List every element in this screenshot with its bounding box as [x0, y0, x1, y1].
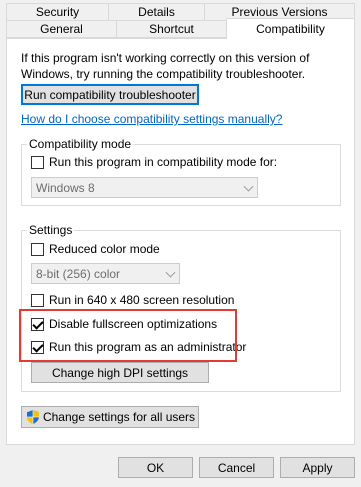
tab-label: Details: [138, 5, 175, 19]
tab-label: Shortcut: [149, 22, 194, 36]
settings-label: Settings: [27, 223, 75, 237]
compatibility-mode-label: Compatibility mode: [27, 137, 134, 151]
tab-general[interactable]: General: [6, 20, 117, 38]
compatibility-mode-checkbox-label: Run this program in compatibility mode f…: [49, 155, 278, 169]
ok-button[interactable]: OK: [118, 457, 193, 478]
reduced-color-row[interactable]: Reduced color mode: [31, 242, 160, 256]
disable-fullscreen-checkbox[interactable]: [31, 317, 44, 331]
reduced-color-label: Reduced color mode: [49, 242, 160, 256]
disable-fullscreen-label: Disable fullscreen optimizations: [49, 317, 218, 331]
run-as-admin-label: Run this program as an administrator: [49, 340, 247, 354]
os-version-select[interactable]: Windows 8: [31, 177, 258, 198]
chevron-down-icon: [165, 267, 176, 278]
chevron-down-icon: [243, 181, 254, 192]
reduced-color-checkbox[interactable]: [31, 242, 44, 256]
change-all-users-button[interactable]: Change settings for all users: [21, 406, 199, 428]
button-label: OK: [146, 460, 165, 475]
intro-text: If this program isn't working correctly …: [21, 51, 310, 81]
tab-label: Security: [35, 5, 80, 19]
run-as-admin-checkbox[interactable]: [31, 340, 44, 354]
shield-icon: [25, 409, 41, 425]
run-as-admin-row[interactable]: Run this program as an administrator: [31, 340, 246, 354]
tab-details[interactable]: Details: [108, 3, 205, 21]
cancel-button[interactable]: Cancel: [199, 457, 274, 478]
resolution-640-checkbox[interactable]: [31, 293, 44, 307]
run-troubleshooter-button[interactable]: Run compatibility troubleshooter: [21, 84, 199, 105]
button-label: Change settings for all users: [42, 410, 196, 424]
compatibility-mode-checkbox-row[interactable]: Run this program in compatibility mode f…: [31, 155, 277, 169]
manual-settings-link[interactable]: How do I choose compatibility settings m…: [21, 112, 282, 126]
os-version-value: Windows 8: [36, 180, 95, 195]
tab-compatibility[interactable]: Compatibility: [226, 18, 355, 39]
tab-label: Compatibility: [256, 22, 325, 36]
color-depth-value: 8-bit (256) color: [36, 266, 121, 281]
tab-label: General: [40, 22, 83, 36]
disable-fullscreen-row[interactable]: Disable fullscreen optimizations: [31, 317, 217, 331]
button-label: Change high DPI settings: [51, 365, 189, 380]
tab-label: Previous Versions: [231, 5, 328, 19]
button-label: Apply: [302, 460, 333, 475]
color-depth-select[interactable]: 8-bit (256) color: [31, 263, 180, 284]
apply-button[interactable]: Apply: [280, 457, 355, 478]
tab-shortcut[interactable]: Shortcut: [116, 20, 227, 38]
resolution-640-row[interactable]: Run in 640 x 480 screen resolution: [31, 293, 234, 307]
tab-security[interactable]: Security: [6, 3, 109, 21]
compatibility-mode-checkbox[interactable]: [31, 155, 44, 169]
change-dpi-button[interactable]: Change high DPI settings: [31, 362, 209, 383]
button-label: Cancel: [217, 460, 256, 475]
button-label: Run compatibility troubleshooter: [24, 87, 196, 102]
resolution-640-label: Run in 640 x 480 screen resolution: [49, 293, 235, 307]
